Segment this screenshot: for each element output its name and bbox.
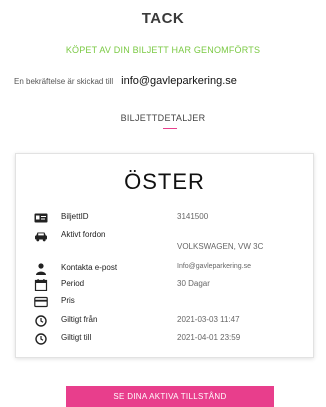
success-message: KÖPET AV DIN BILJETT HAR GENOMFÖRTS xyxy=(65,45,261,55)
page-title: TACK xyxy=(141,10,185,27)
detail-row-email: Kontakta e-post Info@gavleparkering.se xyxy=(16,262,313,276)
detail-row-price: Pris xyxy=(16,295,313,309)
car-icon xyxy=(35,232,47,242)
section-title: BILJETTDETALJER xyxy=(120,113,206,123)
zone-name: ÖSTER xyxy=(124,169,205,194)
calendar-icon xyxy=(34,279,48,291)
active-permits-button[interactable]: SE DINA AKTIVA TILLSTÅND xyxy=(66,386,274,407)
detail-label: Aktivt fordon xyxy=(61,230,106,239)
detail-row-ticket-id: BiljettID 3141500 xyxy=(16,211,313,225)
confirmation-email: info@gavleparkering.se xyxy=(121,75,237,87)
detail-value: VOLKSWAGEN, VW 3C xyxy=(177,242,264,251)
detail-label: Giltigt från xyxy=(61,315,98,324)
detail-row-vehicle: Aktivt fordon VOLKSWAGEN, VW 3C xyxy=(16,229,313,251)
detail-row-valid-from: Giltigt från 2021-03-03 11:47 xyxy=(16,314,313,328)
confirmation-line: En bekräftelse är skickad till info@gavle… xyxy=(14,75,237,87)
detail-value: 2021-04-01 23:59 xyxy=(177,333,241,342)
id-card-icon xyxy=(34,213,48,223)
confirmation-text: En bekräftelse är skickad till xyxy=(14,77,114,86)
detail-label: Pris xyxy=(61,296,75,305)
ticket-details-card: ÖSTER BiljettID 3141500 Aktivt fordon VO… xyxy=(15,153,314,358)
clock-icon xyxy=(35,315,47,327)
detail-value: 2021-03-03 11:47 xyxy=(177,315,240,324)
detail-value: 30 Dagar xyxy=(177,279,210,288)
clock-icon xyxy=(35,333,47,345)
detail-value: Info@gavleparkering.se xyxy=(177,263,252,270)
detail-label: Kontakta e-post xyxy=(61,263,118,272)
credit-card-icon xyxy=(34,296,48,308)
detail-row-valid-to: Giltigt till 2021-04-01 23:59 xyxy=(16,332,313,346)
detail-label: BiljettID xyxy=(61,212,89,221)
section-underline xyxy=(163,128,177,129)
person-icon xyxy=(36,263,46,275)
detail-label: Giltigt till xyxy=(61,333,92,342)
detail-row-period: Period 30 Dagar xyxy=(16,278,313,292)
detail-value: 3141500 xyxy=(177,212,209,221)
detail-label: Period xyxy=(61,279,85,288)
